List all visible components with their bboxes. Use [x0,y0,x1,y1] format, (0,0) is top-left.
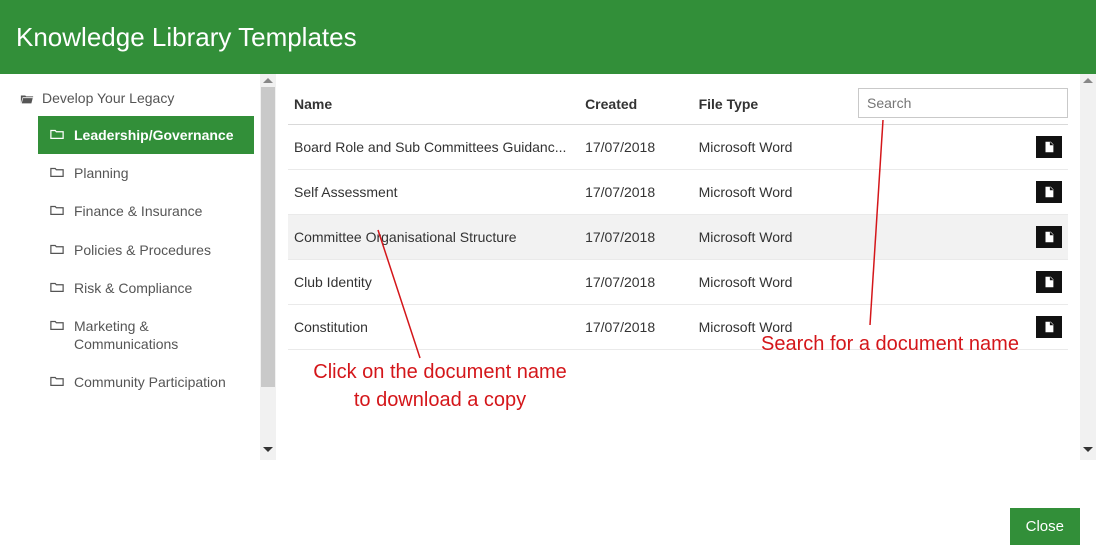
modal-footer: Close [0,464,1096,545]
folder-icon [50,204,64,216]
download-icon [1042,320,1056,334]
download-button[interactable] [1036,271,1062,293]
root-folder[interactable]: Develop Your Legacy [14,84,254,116]
cell-filetype: Microsoft Word [693,170,858,215]
sidebar-item-label: Planning [74,164,129,182]
sidebar-item[interactable]: Finance & Insurance [38,192,254,230]
table-row[interactable]: Club Identity17/07/2018Microsoft Word [288,260,1068,305]
download-icon [1042,140,1056,154]
download-icon [1042,275,1056,289]
cell-name[interactable]: Constitution [288,305,579,350]
scroll-up-icon[interactable] [1083,78,1093,83]
folder-icon [50,243,64,255]
document-table: Name Created File Type Board Role and Su… [288,82,1068,350]
sidebar-item[interactable]: Policies & Procedures [38,231,254,269]
sidebar-item[interactable]: Marketing & Communications [38,307,254,363]
cell-action [858,170,1068,215]
document-table-area: Name Created File Type Board Role and Su… [276,74,1080,460]
cell-created: 17/07/2018 [579,215,693,260]
cell-filetype: Microsoft Word [693,215,858,260]
folder-icon [50,281,64,293]
download-icon [1042,185,1056,199]
page-title: Knowledge Library Templates [16,22,357,53]
table-row[interactable]: Committee Organisational Structure17/07/… [288,215,1068,260]
download-button[interactable] [1036,316,1062,338]
root-folder-label: Develop Your Legacy [42,90,174,106]
cell-filetype: Microsoft Word [693,125,858,170]
main-scrollbar[interactable] [1080,74,1096,460]
download-button[interactable] [1036,181,1062,203]
search-input[interactable] [858,88,1068,118]
folder-icon [50,319,64,331]
cell-created: 17/07/2018 [579,260,693,305]
scroll-down-icon[interactable] [263,447,273,452]
download-button[interactable] [1036,136,1062,158]
sidebar-item-label: Policies & Procedures [74,241,211,259]
col-header-created[interactable]: Created [579,82,693,125]
table-row[interactable]: Board Role and Sub Committees Guidanc...… [288,125,1068,170]
cell-filetype: Microsoft Word [693,305,858,350]
sidebar-item[interactable]: Leadership/Governance [38,116,254,154]
sidebar-item-label: Finance & Insurance [74,202,202,220]
modal-header: Knowledge Library Templates [0,0,1096,74]
download-icon [1042,230,1056,244]
cell-action [858,260,1068,305]
scroll-down-icon[interactable] [1083,447,1093,452]
close-button[interactable]: Close [1010,508,1080,545]
sidebar-item-label: Community Participation [74,373,226,391]
folder-open-icon [20,93,34,105]
cell-name[interactable]: Board Role and Sub Committees Guidanc... [288,125,579,170]
download-button[interactable] [1036,226,1062,248]
folder-icon [50,375,64,387]
sidebar-item-label: Marketing & Communications [74,317,242,353]
sidebar-item-label: Risk & Compliance [74,279,192,297]
sidebar-item[interactable]: Planning [38,154,254,192]
col-header-filetype[interactable]: File Type [693,82,858,125]
cell-action [858,125,1068,170]
cell-created: 17/07/2018 [579,305,693,350]
cell-action [858,305,1068,350]
folder-icon [50,166,64,178]
col-header-name[interactable]: Name [288,82,579,125]
cell-action [858,215,1068,260]
col-header-search [858,82,1068,125]
cell-name[interactable]: Self Assessment [288,170,579,215]
table-row[interactable]: Constitution17/07/2018Microsoft Word [288,305,1068,350]
table-row[interactable]: Self Assessment17/07/2018Microsoft Word [288,170,1068,215]
folder-icon [50,128,64,140]
scroll-up-icon[interactable] [263,78,273,83]
scroll-thumb[interactable] [261,87,275,387]
cell-filetype: Microsoft Word [693,260,858,305]
sidebar-item[interactable]: Community Participation [38,363,254,401]
cell-created: 17/07/2018 [579,170,693,215]
folder-tree: Develop Your Legacy Leadership/Governanc… [0,74,260,460]
cell-name[interactable]: Club Identity [288,260,579,305]
cell-created: 17/07/2018 [579,125,693,170]
cell-name[interactable]: Committee Organisational Structure [288,215,579,260]
sidebar-item-label: Leadership/Governance [74,126,234,144]
sidebar-item[interactable]: Risk & Compliance [38,269,254,307]
sidebar-scrollbar[interactable] [260,74,276,460]
